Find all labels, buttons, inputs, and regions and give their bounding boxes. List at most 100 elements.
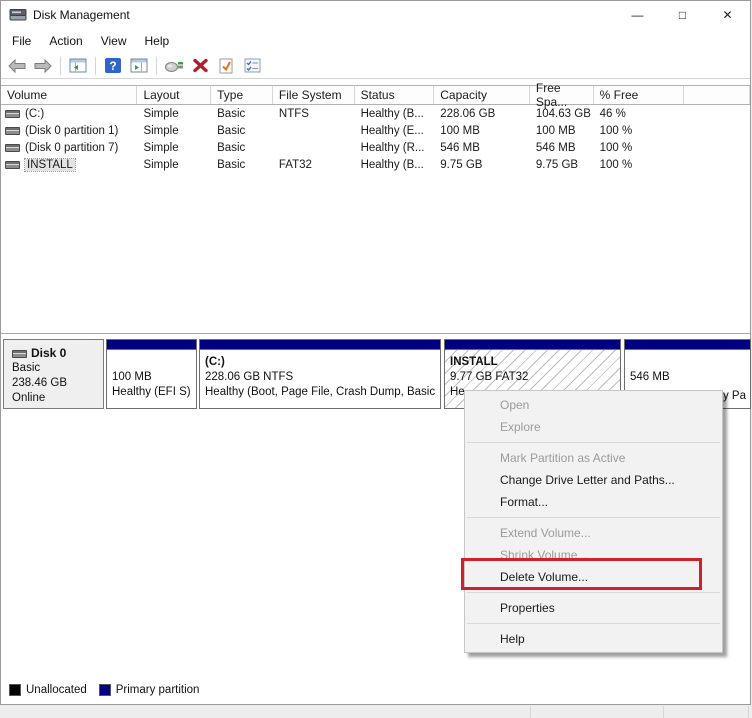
context-menu-delete-volume[interactable]: Delete Volume... [465, 566, 722, 588]
disk-type: Basic [12, 361, 103, 376]
volume-list: VolumeLayoutTypeFile SystemStatusCapacit… [1, 85, 750, 333]
volume-list-body: (C:)SimpleBasicNTFSHealthy (B...228.06 G… [1, 105, 750, 173]
column-header-free-spa-[interactable]: Free Spa... [530, 86, 594, 104]
maximize-button[interactable]: □ [660, 1, 705, 29]
action-pane-icon[interactable] [127, 56, 151, 76]
cell: 100 MB [530, 122, 594, 139]
context-menu-shrink-volume: Shrink Volume... [465, 544, 722, 566]
context-menu-help[interactable]: Help [465, 628, 722, 650]
cell [273, 122, 355, 139]
pane-divider[interactable] [1, 333, 750, 334]
column-header-blank[interactable] [684, 86, 750, 104]
cell: INSTALL [1, 156, 137, 173]
cell: Healthy (E... [355, 122, 435, 139]
partition-header-bar [200, 340, 440, 350]
disk-icon [12, 350, 27, 358]
partition-name: INSTALL [450, 355, 620, 370]
title-bar: Disk Management — □ ✕ [1, 1, 750, 29]
volume-disk-icon [5, 144, 20, 152]
cell: Simple [137, 139, 211, 156]
context-menu: OpenExploreMark Partition as ActiveChang… [464, 390, 723, 653]
cell [273, 139, 355, 156]
close-button[interactable]: ✕ [705, 1, 750, 29]
legend-item: Unallocated [9, 684, 87, 696]
context-menu-properties[interactable]: Properties [465, 597, 722, 619]
column-header-volume[interactable]: Volume [1, 86, 137, 104]
partition-body: 100 MBHealthy (EFI S) [107, 350, 196, 408]
context-menu-change-drive-letter-and-paths[interactable]: Change Drive Letter and Paths... [465, 469, 722, 491]
legend-label: Primary partition [116, 684, 200, 696]
cell: 9.75 GB [530, 156, 594, 173]
legend-swatch [99, 684, 111, 696]
cell: Simple [137, 105, 211, 122]
strip-separator [530, 706, 531, 718]
forward-arrow-icon[interactable] [31, 56, 55, 76]
minimize-button[interactable]: — [615, 1, 660, 29]
cell: FAT32 [273, 156, 355, 173]
disk-name: Disk 0 [31, 346, 66, 361]
toolbar-separator [60, 57, 61, 75]
properties-wand-icon[interactable] [162, 56, 186, 76]
menu-file[interactable]: File [3, 31, 40, 51]
cell: Basic [211, 139, 273, 156]
toolbar-separator [95, 57, 96, 75]
volume-disk-icon [5, 161, 20, 169]
strip-separator [748, 706, 749, 718]
volume-disk-icon [5, 127, 20, 135]
table-row[interactable]: (C:)SimpleBasicNTFSHealthy (B...228.06 G… [1, 105, 750, 122]
legend-item: Primary partition [99, 684, 200, 696]
cell: Basic [211, 105, 273, 122]
context-menu-format[interactable]: Format... [465, 491, 722, 513]
partition-header-bar [445, 340, 620, 350]
context-menu-separator [465, 513, 722, 522]
partition-status-tail: y Pa [723, 389, 746, 404]
console-tree-icon[interactable] [66, 56, 90, 76]
volume-name: INSTALL [25, 159, 75, 171]
column-header-status[interactable]: Status [355, 86, 435, 104]
toolbar-separator [156, 57, 157, 75]
column-header-layout[interactable]: Layout [137, 86, 211, 104]
disk0-panel[interactable]: Disk 0 Basic 238.46 GB Online [3, 339, 104, 409]
partition-name [112, 355, 196, 370]
partition-size-line: 9.77 GB FAT32 [450, 370, 620, 385]
menu-action[interactable]: Action [40, 31, 91, 51]
back-arrow-icon[interactable] [5, 56, 29, 76]
partition-status-line: Healthy (Boot, Page File, Crash Dump, Ba… [205, 385, 440, 400]
menu-help[interactable]: Help [136, 31, 179, 51]
help-icon[interactable]: ? [101, 56, 125, 76]
cell: (Disk 0 partition 7) [1, 139, 137, 156]
column-header-file-system[interactable]: File System [273, 86, 355, 104]
table-row[interactable]: (Disk 0 partition 1)SimpleBasicHealthy (… [1, 122, 750, 139]
cell: 100 MB [434, 122, 530, 139]
set-active-check-icon[interactable] [214, 56, 238, 76]
partition-body: (C:)228.06 GB NTFSHealthy (Boot, Page Fi… [200, 350, 440, 408]
table-row[interactable]: INSTALLSimpleBasicFAT32Healthy (B...9.75… [1, 156, 750, 173]
cell: 9.75 GB [434, 156, 530, 173]
legend-swatch [9, 684, 21, 696]
partition-name [630, 355, 750, 370]
strip-separator [663, 706, 664, 718]
context-menu-open: Open [465, 394, 722, 416]
cell: (Disk 0 partition 1) [1, 122, 137, 139]
context-menu-separator [465, 588, 722, 597]
partition-100-mb[interactable]: 100 MBHealthy (EFI S) [106, 339, 197, 409]
context-menu-explore: Explore [465, 416, 722, 438]
disk-size: 238.46 GB [12, 376, 103, 391]
menu-view[interactable]: View [92, 31, 136, 51]
column-header-capacity[interactable]: Capacity [434, 86, 530, 104]
cell [684, 105, 750, 122]
volume-name: (Disk 0 partition 1) [25, 125, 118, 137]
column-header-type[interactable]: Type [211, 86, 273, 104]
volume-name: (C:) [25, 108, 44, 120]
disk-management-app-icon [9, 8, 27, 22]
column-header--free[interactable]: % Free [594, 86, 685, 104]
partition-header-bar [107, 340, 196, 350]
table-row[interactable]: (Disk 0 partition 7)SimpleBasicHealthy (… [1, 139, 750, 156]
delete-x-icon[interactable] [188, 56, 212, 76]
cell: 228.06 GB [434, 105, 530, 122]
partition-size-line: 100 MB [112, 370, 196, 385]
cell [684, 139, 750, 156]
partition--c-[interactable]: (C:)228.06 GB NTFSHealthy (Boot, Page Fi… [199, 339, 441, 409]
checklist-icon[interactable] [240, 56, 264, 76]
partition-status-line: Healthy (EFI S) [112, 385, 196, 400]
